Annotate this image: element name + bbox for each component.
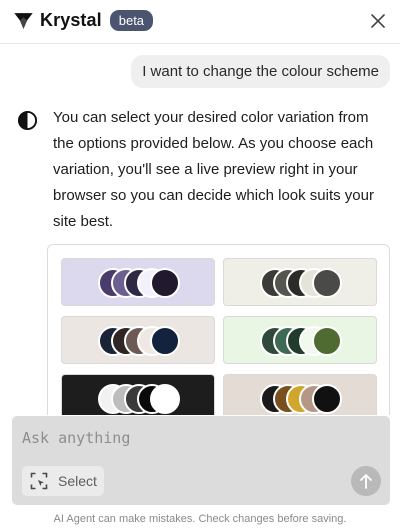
palette-option[interactable] [61,258,215,306]
color-dot [312,268,342,298]
beta-badge: beta [109,10,154,31]
color-dot [312,326,342,356]
composer: Select [12,416,390,505]
assistant-message: You can select your desired color variat… [53,109,374,230]
header: Krystal beta [0,0,400,44]
brand-name: Krystal [40,10,102,30]
palette-option[interactable] [223,316,377,364]
palette-option[interactable] [61,316,215,364]
chat-thread: I want to change the colour scheme You c… [0,45,400,415]
ask-input[interactable] [22,426,322,450]
palette-option[interactable] [223,258,377,306]
krystal-logo-icon [14,13,33,29]
select-label: Select [58,473,97,489]
palette-option[interactable] [223,374,377,415]
user-message: I want to change the colour scheme [131,55,390,88]
color-dot [150,384,180,414]
select-region-icon [30,472,48,490]
color-dot [150,326,180,356]
half-circle-contrast-icon [17,110,38,131]
palette-options [47,244,390,415]
disclaimer: AI Agent can make mistakes. Check change… [53,513,347,525]
color-dot [312,384,342,414]
palette-option[interactable] [61,374,215,415]
select-button[interactable]: Select [22,466,104,496]
send-button[interactable] [351,466,381,496]
arrow-up-icon [360,474,372,489]
close-icon[interactable] [368,11,388,31]
logo[interactable]: Krystal beta [13,10,154,31]
color-dot [150,268,180,298]
